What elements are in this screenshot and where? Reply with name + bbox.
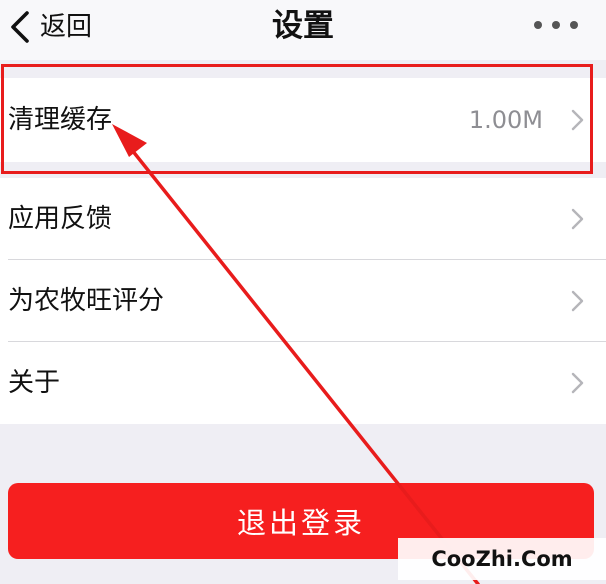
settings-list: 清理缓存 1.00M 应用反馈 为农牧旺评分 关于	[0, 78, 606, 424]
section-gap	[0, 162, 606, 178]
cache-size-value: 1.00M	[468, 106, 543, 134]
feedback-row[interactable]: 应用反馈	[0, 178, 606, 260]
row-label: 关于	[8, 368, 61, 398]
watermark: CooZhi.Com	[398, 538, 606, 580]
row-label: 应用反馈	[8, 204, 113, 234]
navigation-bar: 返回 设置	[0, 0, 606, 60]
more-button[interactable]	[534, 14, 578, 36]
chevron-right-icon	[571, 109, 584, 131]
more-dot-icon	[552, 21, 560, 29]
row-label: 为农牧旺评分	[8, 286, 165, 316]
rate-app-row[interactable]: 为农牧旺评分	[0, 260, 606, 342]
clear-cache-row[interactable]: 清理缓存 1.00M	[0, 78, 606, 162]
page-title: 设置	[272, 8, 334, 44]
about-row[interactable]: 关于	[0, 342, 606, 424]
row-label: 清理缓存	[8, 105, 113, 135]
chevron-right-icon	[571, 372, 584, 394]
chevron-right-icon	[571, 290, 584, 312]
more-dot-icon	[534, 21, 542, 29]
more-dot-icon	[570, 21, 578, 29]
chevron-right-icon	[571, 208, 584, 230]
